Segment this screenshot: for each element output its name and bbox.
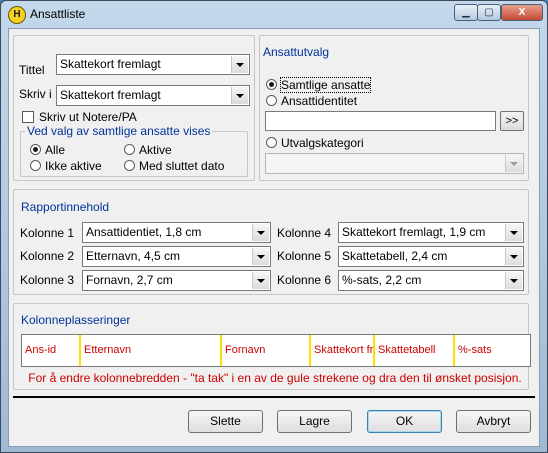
- window-title: Ansattliste: [30, 7, 86, 21]
- radio-ikke-aktive[interactable]: [30, 160, 41, 171]
- skriv-label: Skriv i: [19, 87, 52, 101]
- kolonne2-label: Kolonne 2: [20, 249, 75, 263]
- lagre-button[interactable]: Lagre: [277, 410, 352, 433]
- app-logo-icon: H: [8, 6, 26, 24]
- utvalgskategori-select[interactable]: [265, 153, 524, 174]
- chevron-down-icon[interactable]: [505, 224, 522, 241]
- chevron-down-icon[interactable]: [252, 272, 269, 289]
- kolonne3-select[interactable]: Fornavn, 2,7 cm: [82, 270, 271, 291]
- radio-samtlige[interactable]: [266, 79, 277, 90]
- radio-utvalgskategori-label: Utvalgskategori: [281, 136, 364, 150]
- ansattutvalg-group: Ansattutvalg Samtlige ansatte Ansattiden…: [259, 35, 529, 181]
- chevron-down-icon[interactable]: [505, 248, 522, 265]
- options-group: Tittel Skattekort fremlagt Skriv i Skatt…: [13, 35, 255, 181]
- column-skattekort[interactable]: Skattekort fr: [311, 335, 375, 366]
- notes-checkbox[interactable]: [22, 111, 34, 123]
- kolonne6-value: %-sats, 2,2 cm: [342, 273, 422, 287]
- chevron-down-icon[interactable]: [505, 155, 522, 172]
- radio-aktive-label: Aktive: [139, 143, 172, 157]
- title-bar[interactable]: H Ansattliste ▁ ▢ X: [1, 1, 547, 28]
- column-etternavn[interactable]: Etternavn: [81, 335, 222, 366]
- radio-ansattidentitet[interactable]: [266, 95, 277, 106]
- notes-checkbox-label: Skriv ut Notere/PA: [39, 110, 137, 124]
- column-ans-id[interactable]: Ans-id: [22, 335, 81, 366]
- skriv-select[interactable]: Skattekort fremlagt: [56, 85, 250, 106]
- kolonne2-value: Etternavn, 4,5 cm: [86, 249, 181, 263]
- kolonne3-label: Kolonne 3: [20, 273, 75, 287]
- ansatte-filter-group: Ved valg av samtlige ansatte vises Alle …: [20, 124, 248, 177]
- dialog-window: H Ansattliste ▁ ▢ X Tittel Skattekort fr…: [0, 0, 548, 453]
- column-skattetabell[interactable]: Skattetabell: [375, 335, 455, 366]
- ansattidentitet-input[interactable]: [265, 111, 496, 131]
- radio-samtlige-label: Samtlige ansatte: [279, 77, 372, 93]
- ok-button[interactable]: OK: [367, 410, 442, 433]
- chevron-down-icon[interactable]: [252, 248, 269, 265]
- column-fornavn[interactable]: Fornavn: [222, 335, 311, 366]
- ansatte-filter-title: Ved valg av samtlige ansatte vises: [25, 124, 213, 138]
- radio-ikke-aktive-label: Ikke aktive: [45, 159, 102, 173]
- chevron-down-icon[interactable]: [231, 87, 248, 104]
- kolonne6-label: Kolonne 6: [277, 273, 332, 287]
- tittel-value: Skattekort fremlagt: [60, 57, 161, 71]
- kolonne5-value: Skattetabell, 2,4 cm: [342, 249, 448, 263]
- chevron-down-icon[interactable]: [231, 56, 248, 73]
- radio-utvalgskategori[interactable]: [266, 137, 277, 148]
- kolonne5-select[interactable]: Skattetabell, 2,4 cm: [338, 246, 524, 267]
- chevron-down-icon[interactable]: [505, 272, 522, 289]
- kolonne5-label: Kolonne 5: [277, 249, 332, 263]
- radio-sluttet-label: Med sluttet dato: [139, 159, 225, 173]
- kolonne3-value: Fornavn, 2,7 cm: [86, 273, 173, 287]
- chevron-down-icon[interactable]: [252, 224, 269, 241]
- column-sats[interactable]: %-sats: [455, 335, 530, 366]
- kolonne2-select[interactable]: Etternavn, 4,5 cm: [82, 246, 271, 267]
- kolonne4-label: Kolonne 4: [277, 226, 332, 240]
- rapportinnehold-title: Rapportinnehold: [21, 200, 110, 214]
- kolonne4-select[interactable]: Skattekort fremlagt, 1,9 cm: [338, 222, 524, 243]
- close-button[interactable]: X: [501, 4, 543, 21]
- ansattutvalg-title: Ansattutvalg: [263, 45, 330, 59]
- kolonne1-select[interactable]: Ansattidentiet, 1,8 cm: [82, 222, 271, 243]
- divider: [13, 396, 535, 398]
- column-layout-bar[interactable]: Ans-id Etternavn Fornavn Skattekort fr S…: [21, 334, 531, 367]
- kolonne6-select[interactable]: %-sats, 2,2 cm: [338, 270, 524, 291]
- radio-ansattidentitet-label: Ansattidentitet: [281, 94, 358, 108]
- tittel-select[interactable]: Skattekort fremlagt: [56, 54, 250, 75]
- browse-button[interactable]: >>: [500, 111, 524, 131]
- skriv-value: Skattekort fremlagt: [60, 88, 161, 102]
- resize-hint-text: For å endre kolonnebredden - "ta tak" i …: [28, 371, 522, 385]
- kolonne1-value: Ansattidentiet, 1,8 cm: [86, 225, 202, 239]
- radio-aktive[interactable]: [124, 144, 135, 155]
- radio-alle-label: Alle: [45, 143, 66, 157]
- radio-sluttet[interactable]: [124, 160, 135, 171]
- dialog-client: Tittel Skattekort fremlagt Skriv i Skatt…: [8, 28, 540, 447]
- kolonneplasseringer-title: Kolonneplasseringer: [21, 313, 131, 327]
- tittel-label: Tittel: [19, 63, 45, 77]
- avbryt-button[interactable]: Avbryt: [456, 410, 531, 433]
- slette-button[interactable]: Slette: [188, 410, 263, 433]
- minimize-button[interactable]: ▁: [454, 4, 478, 21]
- kolonne4-value: Skattekort fremlagt, 1,9 cm: [342, 225, 486, 239]
- radio-alle[interactable]: [30, 144, 41, 155]
- rapportinnehold-group: Rapportinnehold Kolonne 1 Ansattidentiet…: [13, 189, 529, 295]
- maximize-button[interactable]: ▢: [477, 4, 501, 21]
- kolonne1-label: Kolonne 1: [20, 226, 75, 240]
